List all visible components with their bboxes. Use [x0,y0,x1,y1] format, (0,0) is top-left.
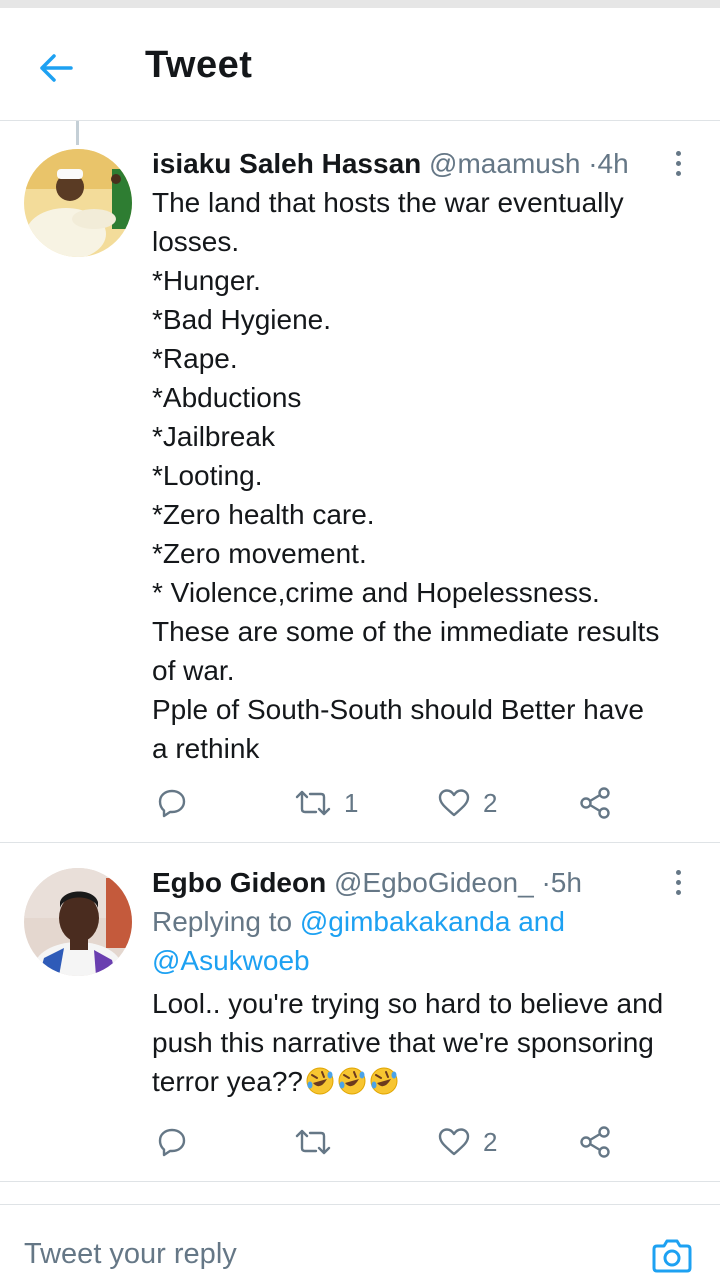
reply-button[interactable] [156,783,188,823]
tweet-body: Egbo Gideon @EgboGideon_ ·5h Replying to… [152,864,696,1101]
reply-input[interactable]: Tweet your reply [24,1238,237,1271]
tweet-text-line: *Looting. [152,460,263,491]
tweet-text-line: *Zero health care. [152,499,375,530]
author-name[interactable]: isiaku Saleh Hassan [152,148,421,179]
tweet-text-line: *Zero movement. [152,538,367,569]
more-options-button[interactable] [666,143,690,183]
top-app-bar: Tweet [0,8,720,121]
tweet-text-line: The land that hosts the war eventually [152,187,624,218]
tweet-meta: isiaku Saleh Hassan @maamush ·4h [152,145,696,183]
retweet-button[interactable] [294,1122,344,1162]
retweet-icon [295,1129,331,1155]
more-dot [675,150,681,156]
tweet-text-line: losses. [152,226,240,257]
more-dot [675,879,681,885]
rolling-on-floor-laughing-emoji [338,1067,366,1095]
tweet-text-line: push this narrative that we're sponsorin… [152,1027,654,1058]
tweet-body: isiaku Saleh Hassan @maamush ·4h The lan… [152,145,696,768]
status-bar [0,0,720,8]
tweet-actions: 2 [152,1122,692,1162]
tweet-text-line: of war. [152,655,235,686]
more-dot [675,889,681,895]
meta-separator: · [541,867,551,898]
tweet[interactable]: isiaku Saleh Hassan @maamush ·4h The lan… [0,121,720,843]
more-dot [675,160,681,166]
like-button[interactable]: 2 [437,783,497,823]
author-handle[interactable]: @EgboGideon_ [334,867,534,898]
avatar[interactable] [24,868,132,976]
tweet-text-line: a rethink [152,733,260,764]
replying-to-label: Replying to [152,906,293,937]
reply-icon [158,789,186,818]
reply-icon [158,1128,186,1157]
reply-composer: Tweet your reply [0,1204,720,1285]
tweet-text-line: Pple of South-South should Better have [152,694,644,725]
arrow-left-icon [40,54,73,82]
share-icon [580,1126,610,1158]
camera-icon [652,1239,692,1273]
replying-and[interactable]: and [518,906,565,937]
like-count: 2 [483,787,498,818]
back-button[interactable] [34,46,78,90]
tweet-text-line: *Bad Hygiene. [152,304,332,335]
more-dot [675,869,681,875]
tweet-text-line: These are some of the immediate results [152,616,660,647]
like-count: 2 [483,1126,498,1157]
tweet-text: The land that hosts the war eventually l… [152,183,696,768]
replying-to: Replying to @gimbakakanda and [152,902,696,941]
mention-link[interactable]: @Asukwoeb [152,945,310,976]
tweet-text-line: *Hunger. [152,265,261,296]
tweet-text-line-with-emoji: terror yea?? [152,1062,696,1101]
like-button[interactable]: 2 [437,1122,497,1162]
tweet-text-line: terror yea?? [152,1066,303,1097]
tweet[interactable]: Egbo Gideon @EgboGideon_ ·5h Replying to… [0,844,720,1182]
rolling-on-floor-laughing-emoji [306,1067,334,1095]
retweet-count: 1 [344,787,359,818]
mention-link[interactable]: @gimbakakanda [300,906,511,937]
avatar[interactable] [24,149,132,257]
author-name[interactable]: Egbo Gideon [152,867,326,898]
tweet-text-line: *Rape. [152,343,238,374]
tweet-time: 4h [597,148,629,179]
reply-button[interactable] [156,1122,188,1162]
share-icon [580,787,610,819]
heart-icon [438,1128,470,1156]
tweet-text-line: Lool.. you're trying so hard to believe … [152,988,664,1019]
meta-separator: · [588,148,598,179]
tweet-time: 5h [550,867,582,898]
tweet-text-line: * Violence,crime and Hopelessness. [152,577,600,608]
tweet-text-line: *Abductions [152,382,302,413]
rolling-on-floor-laughing-emoji [370,1067,398,1095]
heart-icon [438,789,470,817]
author-handle[interactable]: @maamush [429,148,580,179]
camera-button[interactable] [650,1233,694,1277]
share-button[interactable] [578,1122,612,1162]
retweet-button[interactable]: 1 [294,783,358,823]
more-options-button[interactable] [666,862,690,902]
share-button[interactable] [578,783,612,823]
tweet-meta: Egbo Gideon @EgboGideon_ ·5h [152,864,696,902]
retweet-icon [295,790,331,816]
replying-to-continued: @Asukwoeb [152,941,696,980]
page-title: Tweet [145,44,253,86]
tweet-text: Lool.. you're trying so hard to believe … [152,984,696,1101]
tweet-text-line: *Jailbreak [152,421,275,452]
tweet-actions: 1 2 [152,783,692,823]
more-dot [675,170,681,176]
